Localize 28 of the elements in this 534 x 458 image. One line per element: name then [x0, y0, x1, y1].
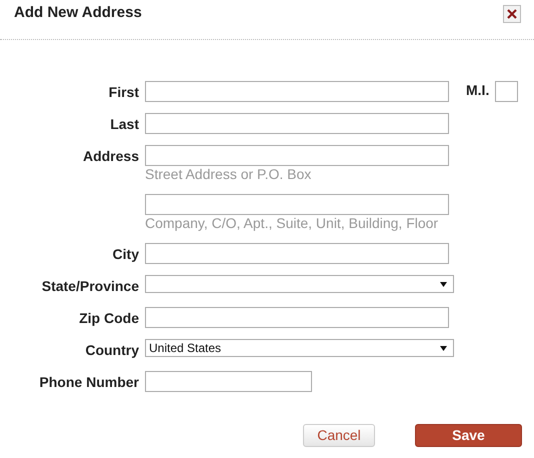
- text-field[interactable]: [145, 113, 449, 134]
- text-field[interactable]: [495, 81, 518, 102]
- field-label: City: [112, 245, 139, 263]
- dropdown[interactable]: [145, 275, 454, 293]
- field-label: Address: [82, 147, 139, 165]
- cancel-button[interactable]: Cancel: [303, 424, 375, 447]
- close-icon: [507, 9, 517, 19]
- text-field[interactable]: [145, 371, 312, 392]
- dialog-title: Add New Address: [14, 2, 142, 23]
- text-field[interactable]: [145, 194, 449, 215]
- text-field[interactable]: [145, 307, 449, 328]
- text-field[interactable]: [145, 145, 449, 166]
- dropdown[interactable]: United States: [145, 339, 454, 357]
- save-button[interactable]: Save: [415, 424, 522, 447]
- field-label: Phone Number: [39, 373, 139, 391]
- field-hint: Company, C/O, Apt., Suite, Unit, Building, Floor: [145, 215, 440, 232]
- close-button[interactable]: [503, 5, 521, 23]
- field-label: M.I.: [466, 81, 490, 99]
- text-field[interactable]: [145, 81, 449, 102]
- caret-icon: [440, 346, 447, 350]
- caret-icon: [440, 282, 447, 286]
- field-label: State/Province: [42, 277, 139, 295]
- field-hint: Street Address or P.O. Box: [145, 166, 312, 183]
- field-label: First: [108, 83, 139, 101]
- field-label: Country: [85, 341, 139, 359]
- field-label: Last: [110, 115, 139, 133]
- text-field[interactable]: [145, 243, 449, 264]
- field-label: Zip Code: [79, 309, 139, 327]
